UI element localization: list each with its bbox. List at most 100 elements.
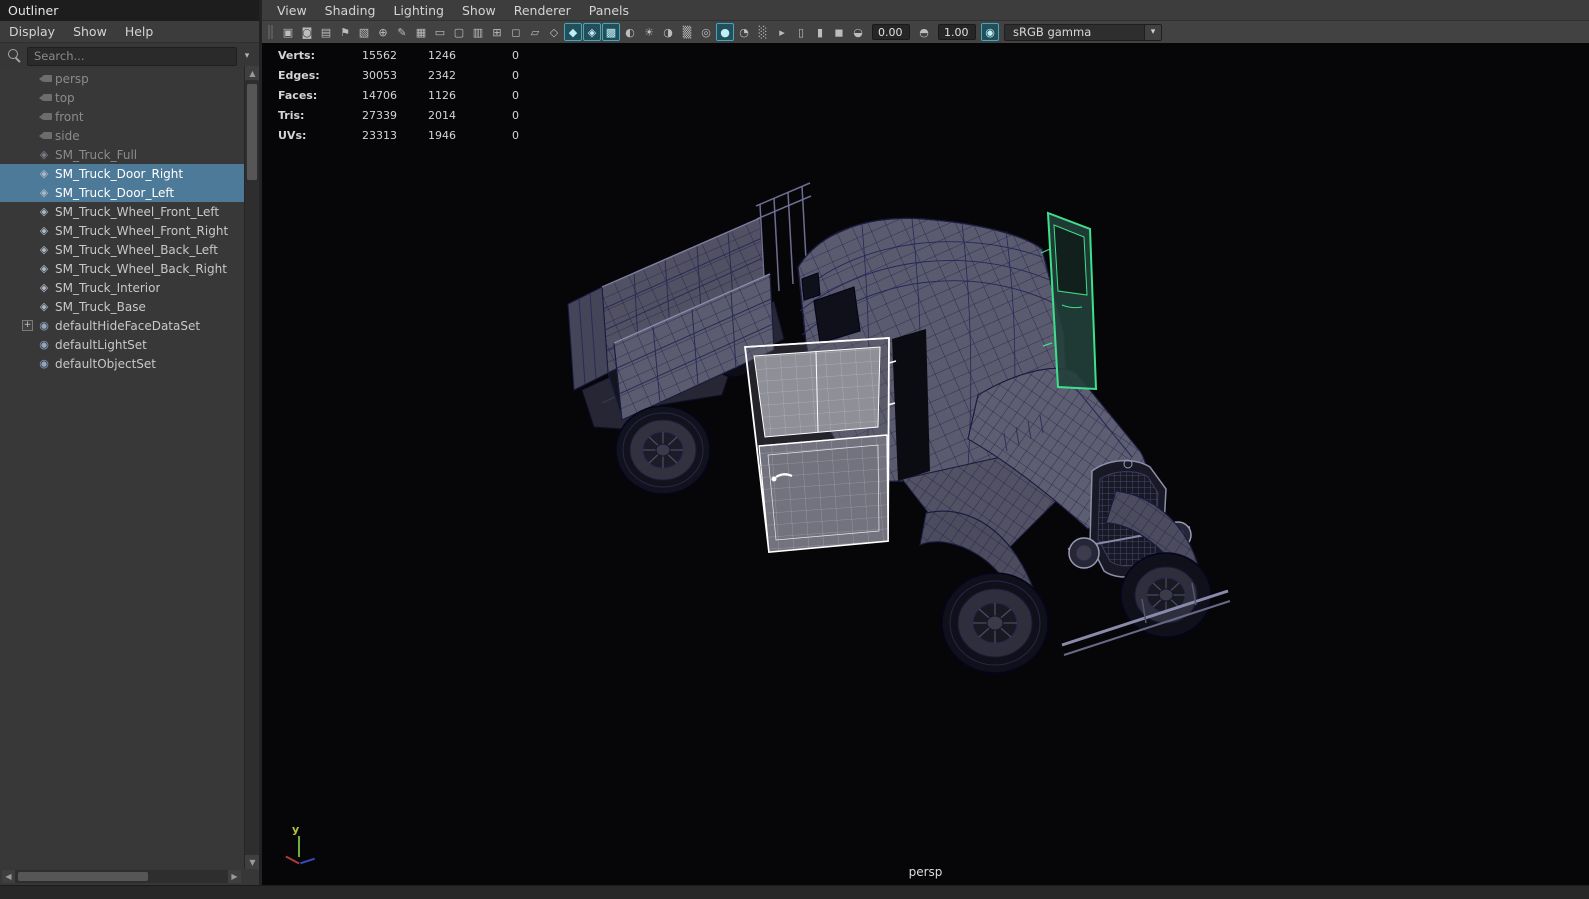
lighting-all-icon[interactable]: ☀ <box>640 23 658 41</box>
viewport-menu-shading[interactable]: Shading <box>316 0 385 21</box>
viewport-canvas[interactable]: Verts: 15562 1246 0 Edges: 30053 2342 0 … <box>262 43 1589 885</box>
outliner-item-sm-truck-door-left[interactable]: SM_Truck_Door_Left <box>0 183 244 202</box>
truck-door-left-selected[interactable] <box>743 337 897 553</box>
vertical-scrollbar-thumb[interactable] <box>247 84 257 180</box>
viewport-menu-panels[interactable]: Panels <box>580 0 638 21</box>
two-d-pan-zoom-icon[interactable]: ⊕ <box>374 23 392 41</box>
expand-toggle[interactable] <box>22 225 33 236</box>
outliner-item-sm-truck-wheel-front-left[interactable]: SM_Truck_Wheel_Front_Left <box>0 202 244 221</box>
viewport-menu-view[interactable]: View <box>268 0 316 21</box>
isolate-select-icon[interactable]: ◼ <box>830 23 848 41</box>
outliner-horizontal-scrollbar[interactable]: ◀ ▶ <box>2 870 241 883</box>
wireframe-truck-model[interactable] <box>262 43 1589 885</box>
scroll-up-icon[interactable]: ▲ <box>245 66 260 80</box>
expand-toggle[interactable] <box>22 111 33 122</box>
expand-toggle[interactable] <box>22 339 33 350</box>
copy-view-icon[interactable]: ▯ <box>792 23 810 41</box>
outliner-panel-title: Outliner <box>0 0 259 21</box>
expand-toggle[interactable] <box>22 263 33 274</box>
occlusion-icon[interactable]: ● <box>716 23 734 41</box>
scroll-left-icon[interactable]: ◀ <box>2 870 15 883</box>
motion-blur-icon[interactable]: ◔ <box>735 23 753 41</box>
wireframe-icon[interactable]: ◇ <box>545 23 563 41</box>
viewport-menu-renderer[interactable]: Renderer <box>505 0 580 21</box>
exposure-input[interactable]: 0.00 <box>872 24 910 40</box>
gate-mask-icon[interactable]: ▥ <box>469 23 487 41</box>
expand-toggle[interactable] <box>22 358 33 369</box>
expand-toggle[interactable] <box>22 187 33 198</box>
multisample-icon[interactable]: ░ <box>754 23 772 41</box>
viewport-menu-lighting[interactable]: Lighting <box>384 0 453 21</box>
expand-toggle[interactable] <box>22 149 33 160</box>
outliner-item-defaultobjectset[interactable]: defaultObjectSet <box>0 354 244 373</box>
scroll-down-icon[interactable]: ▼ <box>245 855 260 869</box>
color-management-icon[interactable]: ◉ <box>981 23 999 41</box>
outliner-item-persp[interactable]: persp <box>0 69 244 88</box>
expand-toggle[interactable]: + <box>22 320 33 331</box>
outliner-item-sm-truck-interior[interactable]: SM_Truck_Interior <box>0 278 244 297</box>
outliner-item-front[interactable]: front <box>0 107 244 126</box>
outliner-item-label: SM_Truck_Full <box>55 147 138 162</box>
search-icon[interactable] <box>8 49 22 63</box>
camera-attributes-icon[interactable]: ▤ <box>317 23 335 41</box>
outliner-menu-help[interactable]: Help <box>116 21 163 42</box>
gamma-input[interactable]: 1.00 <box>938 24 976 40</box>
truck-wheel-front-left[interactable] <box>941 572 1049 674</box>
outliner-item-defaultlightset[interactable]: defaultLightSet <box>0 335 244 354</box>
outliner-item-top[interactable]: top <box>0 88 244 107</box>
expand-toggle[interactable] <box>22 130 33 141</box>
expand-toggle[interactable] <box>22 282 33 293</box>
film-gate-icon[interactable]: ▭ <box>431 23 449 41</box>
textured-icon[interactable]: ▩ <box>602 23 620 41</box>
resolution-gate-icon[interactable]: ▢ <box>450 23 468 41</box>
scroll-right-icon[interactable]: ▶ <box>228 870 241 883</box>
hud-total-value: 23313 <box>362 128 397 142</box>
expand-toggle[interactable] <box>22 206 33 217</box>
bookmarks-icon[interactable]: ⚑ <box>336 23 354 41</box>
outliner-item-sm-truck-door-right[interactable]: SM_Truck_Door_Right <box>0 164 244 183</box>
expand-toggle[interactable] <box>22 73 33 84</box>
use-default-material-icon[interactable]: ◐ <box>621 23 639 41</box>
outliner-item-defaulthidefacedataset[interactable]: + defaultHideFaceDataSet <box>0 316 244 335</box>
safe-action-icon[interactable]: ◻ <box>507 23 525 41</box>
search-options-chevron-icon[interactable]: ▾ <box>239 51 255 61</box>
gamma-icon[interactable]: ◓ <box>915 23 933 41</box>
grid-icon[interactable]: ▦ <box>412 23 430 41</box>
horizontal-scrollbar-thumb[interactable] <box>18 872 148 881</box>
safe-title-icon[interactable]: ▱ <box>526 23 544 41</box>
wireframe-on-shaded-icon[interactable]: ◈ <box>583 23 601 41</box>
expand-toggle[interactable] <box>22 301 33 312</box>
xray-active-components-icon[interactable]: ◎ <box>697 23 715 41</box>
select-tool-icon[interactable]: ▸ <box>773 23 791 41</box>
outliner-item-label: SM_Truck_Door_Left <box>55 185 175 200</box>
view-transform-select[interactable]: sRGB gamma ▾ <box>1004 23 1162 41</box>
grease-pencil-icon[interactable]: ✎ <box>393 23 411 41</box>
outliner-item-sm-truck-wheel-back-left[interactable]: SM_Truck_Wheel_Back_Left <box>0 240 244 259</box>
outliner-item-sm-truck-wheel-back-right[interactable]: SM_Truck_Wheel_Back_Right <box>0 259 244 278</box>
truck-wheel-front-right[interactable] <box>1120 552 1212 638</box>
image-plane-icon[interactable]: ▧ <box>355 23 373 41</box>
outliner-menu-show[interactable]: Show <box>64 21 116 42</box>
outliner-item-sm-truck-base[interactable]: SM_Truck_Base <box>0 297 244 316</box>
outliner-item-side[interactable]: side <box>0 126 244 145</box>
outliner-vertical-scrollbar[interactable]: ▲ ▼ <box>244 66 260 869</box>
outliner-item-sm-truck-full[interactable]: SM_Truck_Full <box>0 145 244 164</box>
lock-camera-icon[interactable]: ◙ <box>298 23 316 41</box>
outliner-item-label: SM_Truck_Base <box>55 299 146 314</box>
xray-icon[interactable]: ▒ <box>678 23 696 41</box>
outliner-item-sm-truck-wheel-front-right[interactable]: SM_Truck_Wheel_Front_Right <box>0 221 244 240</box>
exposure-icon[interactable]: ◒ <box>849 23 867 41</box>
smooth-shade-icon[interactable]: ◆ <box>564 23 582 41</box>
viewport-menu-show[interactable]: Show <box>453 0 505 21</box>
paste-view-icon[interactable]: ▮ <box>811 23 829 41</box>
expand-toggle[interactable] <box>22 92 33 103</box>
shadows-icon[interactable]: ◑ <box>659 23 677 41</box>
select-camera-icon[interactable]: ▣ <box>279 23 297 41</box>
truck-wheel-back-left[interactable] <box>615 405 711 495</box>
hud-row-label: Tris: <box>278 108 305 122</box>
expand-toggle[interactable] <box>22 168 33 179</box>
outliner-menu-display[interactable]: Display <box>0 21 64 42</box>
search-input[interactable] <box>27 46 237 66</box>
field-chart-icon[interactable]: ⊞ <box>488 23 506 41</box>
expand-toggle[interactable] <box>22 244 33 255</box>
